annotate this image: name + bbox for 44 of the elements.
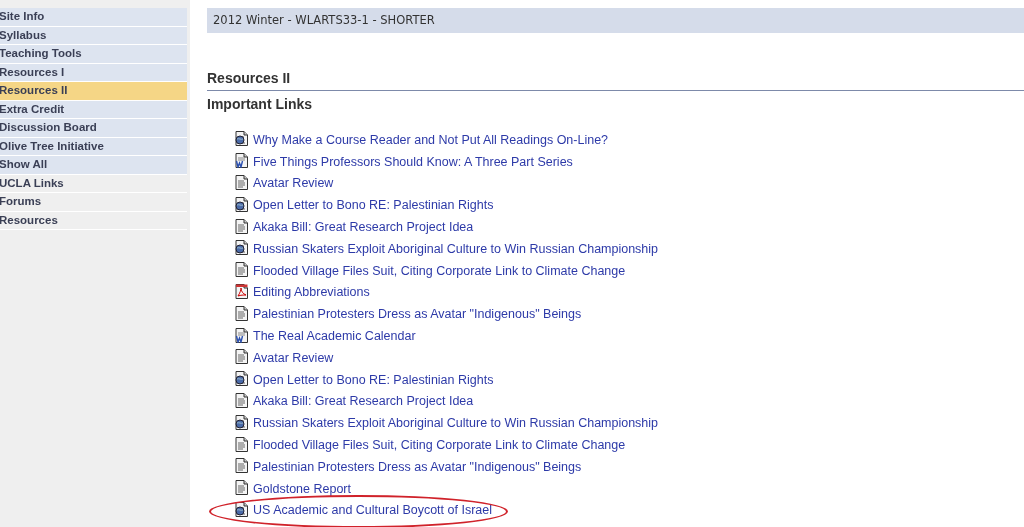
resource-link[interactable]: Flooded Village Files Suit, Citing Corporate Link to Climate Change xyxy=(253,263,626,278)
sidebar-item[interactable]: Discussion Board xyxy=(0,119,187,138)
globe-document-icon[interactable] xyxy=(235,240,248,256)
resource-link[interactable]: The Real Academic Calendar xyxy=(253,329,416,344)
resource-link[interactable]: Open Letter to Bono RE: Palestinian Rights xyxy=(253,198,494,213)
resource-link[interactable]: Akaka Bill: Great Research Project Idea xyxy=(253,394,474,409)
resource-link[interactable]: Five Things Professors Should Know: A Three Part Series xyxy=(253,154,573,169)
globe-document-icon[interactable] xyxy=(235,196,248,212)
resource-link[interactable]: Avatar Review xyxy=(253,350,334,365)
resource-link[interactable]: Goldstone Report xyxy=(253,481,351,496)
resource-link[interactable]: Russian Skaters Exploit Aboriginal Culture to Win Russian Championship xyxy=(253,416,659,431)
resource-link[interactable]: Palestinian Protesters Dress as Avatar "Indigenous" Beings xyxy=(253,307,582,322)
sidebar-item[interactable]: Show All xyxy=(0,156,187,175)
word-document-icon[interactable] xyxy=(235,327,248,343)
sidebar-item[interactable]: Teaching Tools xyxy=(0,45,187,64)
word-document-icon[interactable] xyxy=(235,153,248,169)
document-icon[interactable] xyxy=(235,218,248,234)
sidebar-item[interactable]: Resources II xyxy=(0,82,187,101)
document-icon[interactable] xyxy=(235,436,248,452)
document-icon[interactable] xyxy=(235,458,248,474)
resource-link[interactable]: US Academic and Cultural Boycott of Israel xyxy=(253,503,492,518)
resource-link[interactable]: Editing Abbreviations xyxy=(253,285,370,300)
document-icon[interactable] xyxy=(235,305,248,321)
resource-link[interactable]: Palestinian Protesters Dress as Avatar "Indigenous" Beings xyxy=(253,459,582,474)
section-heading: Important Links xyxy=(207,96,313,112)
globe-document-icon[interactable] xyxy=(235,131,248,147)
document-icon[interactable] xyxy=(235,392,248,408)
document-icon[interactable] xyxy=(235,349,248,365)
document-icon[interactable] xyxy=(235,175,248,190)
resource-link[interactable]: Open Letter to Bono RE: Palestinian Rights xyxy=(253,372,494,387)
sidebar-item[interactable]: Site Info xyxy=(0,8,187,27)
page-heading: Resources II xyxy=(207,70,292,86)
resource-link[interactable]: Why Make a Course Reader and Not Put All Readings On-Line? xyxy=(253,132,609,147)
pdf-document-icon[interactable] xyxy=(235,283,248,299)
resource-link[interactable]: Akaka Bill: Great Research Project Idea xyxy=(253,220,474,235)
globe-document-icon[interactable] xyxy=(235,414,248,430)
resource-link[interactable]: Avatar Review xyxy=(253,176,334,191)
site-title-bar: 2012 Winter - WLARTS33-1 - SHORTER xyxy=(207,8,1024,33)
globe-document-icon[interactable] xyxy=(235,501,248,517)
globe-document-icon[interactable] xyxy=(235,371,248,387)
document-icon[interactable] xyxy=(235,480,248,496)
resource-link[interactable]: Flooded Village Files Suit, Citing Corporate Link to Climate Change xyxy=(253,438,626,453)
resource-link[interactable]: Russian Skaters Exploit Aboriginal Culture to Win Russian Championship xyxy=(253,241,659,256)
document-icon[interactable] xyxy=(235,262,248,278)
